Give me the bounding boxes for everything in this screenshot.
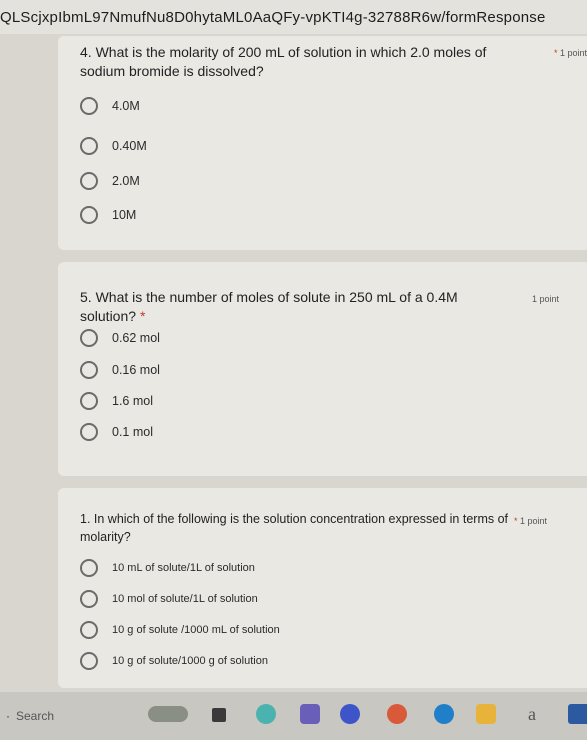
radio-button[interactable] bbox=[80, 559, 98, 577]
option-4-2[interactable]: 2.0M bbox=[80, 171, 140, 191]
option-1-3[interactable]: 10 g of solute/1000 g of solution bbox=[80, 651, 268, 671]
radio-button[interactable] bbox=[80, 329, 98, 347]
radio-button[interactable] bbox=[80, 621, 98, 639]
question-points: * 1 point bbox=[553, 48, 587, 58]
required-mark: * bbox=[553, 48, 558, 58]
question-card-1: 1. In which of the following is the solu… bbox=[58, 488, 587, 688]
question-title: 4. What is the molarity of 200 mL of sol… bbox=[80, 44, 487, 79]
task-view-icon[interactable] bbox=[212, 708, 226, 722]
search-placeholder: Search bbox=[16, 709, 55, 723]
option-label: 0.16 mol bbox=[112, 363, 160, 377]
option-4-0[interactable]: 4.0M bbox=[80, 96, 140, 116]
option-5-3[interactable]: 0.1 mol bbox=[80, 422, 153, 442]
question-title: 1. In which of the following is the solu… bbox=[80, 512, 509, 544]
option-label: 10 g of solute /1000 mL of solution bbox=[112, 624, 280, 636]
radio-button[interactable] bbox=[80, 423, 98, 441]
question-card-5: 5. What is the number of moles of solute… bbox=[58, 262, 587, 476]
radio-button[interactable] bbox=[80, 206, 98, 224]
option-4-1[interactable]: 0.40M bbox=[80, 136, 147, 156]
question-points: 1 point bbox=[531, 294, 559, 304]
taskbar-search[interactable]: · Search bbox=[0, 698, 135, 734]
option-1-0[interactable]: 10 mL of solute/1L of solution bbox=[80, 558, 255, 578]
teams-icon[interactable] bbox=[300, 704, 320, 724]
required-mark: * bbox=[139, 308, 146, 324]
widgets-icon[interactable] bbox=[256, 704, 276, 724]
radio-button[interactable] bbox=[80, 137, 98, 155]
option-label: 0.1 mol bbox=[112, 425, 153, 439]
taskbar: · Search a bbox=[0, 692, 587, 740]
zoom-icon[interactable] bbox=[340, 704, 360, 724]
question-points: * 1 point bbox=[513, 516, 547, 526]
radio-button[interactable] bbox=[80, 97, 98, 115]
question-title: 5. What is the number of moles of solute… bbox=[80, 289, 458, 324]
option-label: 0.40M bbox=[112, 139, 147, 153]
option-label: 10 g of solute/1000 g of solution bbox=[112, 655, 268, 667]
file-explorer-icon[interactable] bbox=[476, 704, 496, 724]
store-icon[interactable] bbox=[568, 704, 587, 724]
option-label: 1.6 mol bbox=[112, 394, 153, 408]
option-5-0[interactable]: 0.62 mol bbox=[80, 328, 160, 348]
required-mark: * bbox=[513, 516, 518, 526]
chrome-icon[interactable] bbox=[387, 704, 407, 724]
radio-button[interactable] bbox=[80, 172, 98, 190]
radio-button[interactable] bbox=[80, 590, 98, 608]
address-bar[interactable]: QLScjxpIbmL97NmufNu8D0hytaML0AaQFy-vpKTI… bbox=[0, 0, 587, 34]
option-4-3[interactable]: 10M bbox=[80, 205, 136, 225]
option-5-1[interactable]: 0.16 mol bbox=[80, 360, 160, 380]
font-icon[interactable]: a bbox=[522, 704, 542, 724]
url-text: QLScjxpIbmL97NmufNu8D0hytaML0AaQFy-vpKTI… bbox=[0, 9, 546, 26]
option-label: 10 mol of solute/1L of solution bbox=[112, 593, 258, 605]
option-label: 10 mL of solute/1L of solution bbox=[112, 562, 255, 574]
radio-button[interactable] bbox=[80, 361, 98, 379]
option-1-2[interactable]: 10 g of solute /1000 mL of solution bbox=[80, 620, 280, 640]
option-1-1[interactable]: 10 mol of solute/1L of solution bbox=[80, 589, 258, 609]
option-5-2[interactable]: 1.6 mol bbox=[80, 391, 153, 411]
weather-icon[interactable] bbox=[148, 706, 188, 722]
option-label: 2.0M bbox=[112, 174, 140, 188]
question-card-4: 4. What is the molarity of 200 mL of sol… bbox=[58, 36, 587, 250]
option-label: 10M bbox=[112, 208, 137, 222]
option-label: 0.62 mol bbox=[112, 331, 160, 345]
edge-icon[interactable] bbox=[434, 704, 454, 724]
radio-button[interactable] bbox=[80, 652, 98, 670]
option-label: 4.0M bbox=[112, 99, 140, 113]
radio-button[interactable] bbox=[80, 392, 98, 410]
search-icon: · bbox=[6, 709, 10, 723]
